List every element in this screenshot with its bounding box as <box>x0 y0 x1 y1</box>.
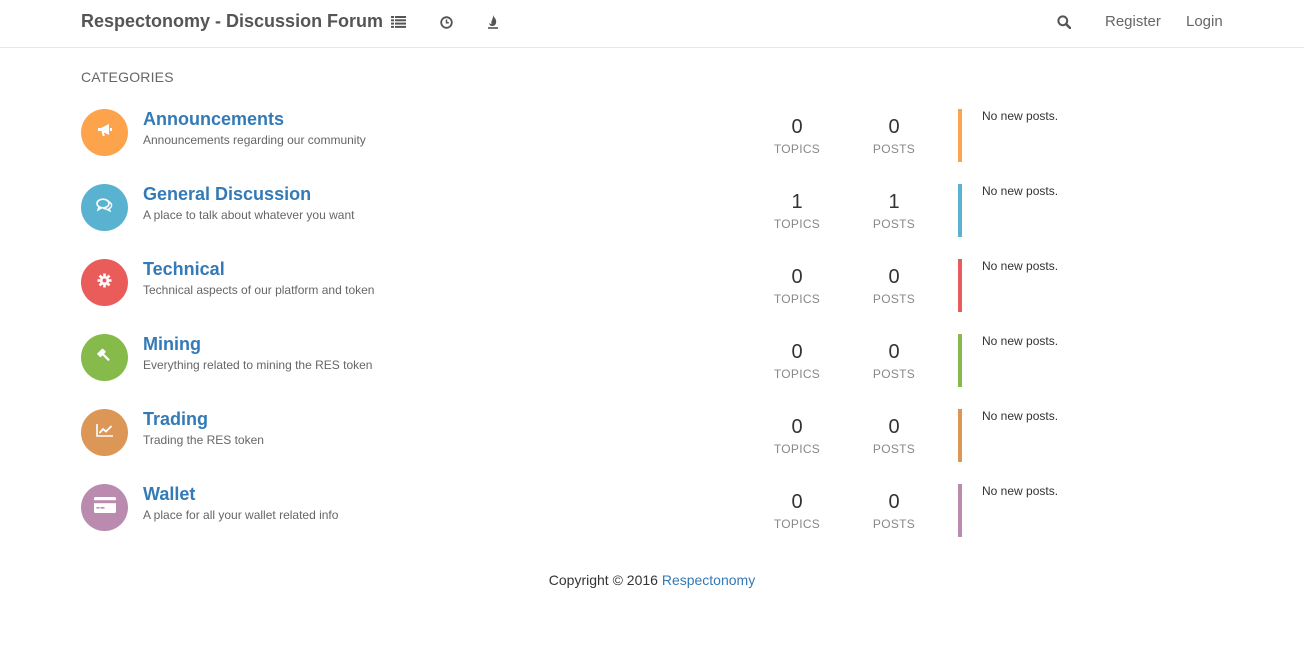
teaser-color-bar <box>958 109 962 162</box>
category-icon[interactable] <box>81 184 128 231</box>
teaser-color-bar <box>958 184 962 237</box>
credit-card-icon <box>93 497 116 518</box>
topics-count-label: TOPICS <box>773 217 821 231</box>
posts-count: 0 POSTS <box>854 265 934 306</box>
posts-count-label: POSTS <box>872 442 916 456</box>
category-icon[interactable] <box>81 484 128 531</box>
topics-count: 1 TOPICS <box>757 190 837 231</box>
topics-count: 0 TOPICS <box>757 340 837 381</box>
category-title-link[interactable]: General Discussion <box>143 184 311 205</box>
category-icon[interactable] <box>81 259 128 306</box>
topics-count-label: TOPICS <box>773 142 821 156</box>
category-description: A place to talk about whatever you want <box>143 208 355 222</box>
category-row-announcements: Announcements Announcements regarding ou… <box>0 109 1304 184</box>
categories-heading: CATEGORIES <box>81 69 174 85</box>
posts-count: 0 POSTS <box>854 415 934 456</box>
footer: Copyright © 2016 Respectonomy <box>0 572 1304 588</box>
posts-count: 0 POSTS <box>854 115 934 156</box>
teaser-color-bar <box>958 484 962 537</box>
posts-count-value: 0 <box>888 266 900 288</box>
search-icon[interactable] <box>1055 13 1073 31</box>
teaser-color-bar <box>958 409 962 462</box>
teaser-text: No new posts. <box>982 409 1059 423</box>
category-row-technical: Technical Technical aspects of our platf… <box>0 259 1304 334</box>
teaser-text: No new posts. <box>982 184 1059 198</box>
posts-count-label: POSTS <box>872 517 916 531</box>
teaser-color-bar <box>958 259 962 312</box>
teaser-text: No new posts. <box>982 334 1059 348</box>
category-description: A place for all your wallet related info <box>143 508 339 522</box>
category-icon[interactable] <box>81 109 128 156</box>
topics-count: 0 TOPICS <box>757 115 837 156</box>
topics-count: 0 TOPICS <box>757 265 837 306</box>
category-row-general-discussion: General Discussion A place to talk about… <box>0 184 1304 259</box>
topics-count-value: 0 <box>791 491 803 513</box>
category-title-link[interactable]: Announcements <box>143 109 284 130</box>
navbar: Respectonomy - Discussion Forum Register… <box>0 0 1304 48</box>
category-row-wallet: Wallet A place for all your wallet relat… <box>0 484 1304 559</box>
topics-count-value: 1 <box>791 191 803 213</box>
teaser-text: No new posts. <box>982 259 1059 273</box>
posts-count-label: POSTS <box>872 292 916 306</box>
topics-count-label: TOPICS <box>773 367 821 381</box>
posts-count: 0 POSTS <box>854 340 934 381</box>
copyright-text: Copyright © 2016 <box>548 572 662 588</box>
category-icon[interactable] <box>81 409 128 456</box>
posts-count: 1 POSTS <box>854 190 934 231</box>
posts-count-value: 0 <box>888 116 900 138</box>
category-row-trading: Trading Trading the RES token 0 TOPICS 0… <box>0 409 1304 484</box>
category-description: Trading the RES token <box>143 433 264 447</box>
posts-count-label: POSTS <box>872 217 916 231</box>
bullhorn-icon <box>97 123 113 142</box>
fire-icon[interactable] <box>484 13 502 31</box>
posts-count-value: 0 <box>888 341 900 363</box>
category-description: Everything related to mining the RES tok… <box>143 358 373 372</box>
line-chart-icon <box>95 423 114 442</box>
login-link[interactable]: Login <box>1186 13 1223 30</box>
topics-count-label: TOPICS <box>773 292 821 306</box>
clock-icon[interactable] <box>437 13 455 31</box>
category-title-link[interactable]: Technical <box>143 259 225 280</box>
topics-count: 0 TOPICS <box>757 415 837 456</box>
category-description: Announcements regarding our community <box>143 133 366 147</box>
footer-site-link[interactable]: Respectonomy <box>662 572 755 588</box>
topics-count-value: 0 <box>791 116 803 138</box>
list-icon[interactable] <box>389 13 407 31</box>
teaser-text: No new posts. <box>982 109 1059 123</box>
topics-count-value: 0 <box>791 416 803 438</box>
topics-count: 0 TOPICS <box>757 490 837 531</box>
category-icon[interactable] <box>81 334 128 381</box>
teaser-text: No new posts. <box>982 484 1059 498</box>
posts-count-value: 0 <box>888 491 900 513</box>
topics-count-label: TOPICS <box>773 517 821 531</box>
topics-count-value: 0 <box>791 341 803 363</box>
posts-count: 0 POSTS <box>854 490 934 531</box>
category-title-link[interactable]: Wallet <box>143 484 195 505</box>
posts-count-label: POSTS <box>872 142 916 156</box>
category-title-link[interactable]: Mining <box>143 334 201 355</box>
posts-count-value: 1 <box>888 191 900 213</box>
category-title-link[interactable]: Trading <box>143 409 208 430</box>
gavel-icon <box>96 347 113 368</box>
posts-count-label: POSTS <box>872 367 916 381</box>
register-link[interactable]: Register <box>1105 13 1161 30</box>
teaser-color-bar <box>958 334 962 387</box>
topics-count-label: TOPICS <box>773 442 821 456</box>
topics-count-value: 0 <box>791 266 803 288</box>
category-row-mining: Mining Everything related to mining the … <box>0 334 1304 409</box>
comments-icon <box>96 198 113 217</box>
posts-count-value: 0 <box>888 416 900 438</box>
forum-brand-link[interactable]: Respectonomy - Discussion Forum <box>81 11 383 32</box>
category-description: Technical aspects of our platform and to… <box>143 283 375 297</box>
cog-icon <box>97 273 112 293</box>
